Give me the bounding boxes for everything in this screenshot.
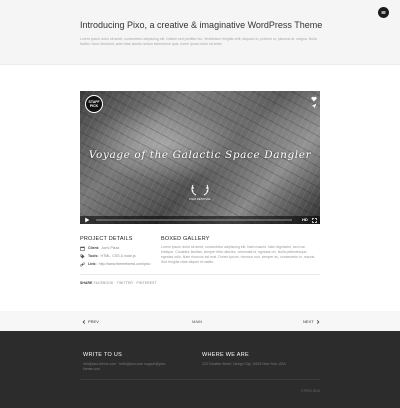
- fullscreen-icon: [312, 217, 317, 223]
- staff-pick-badge[interactable]: STAFF PICK: [85, 95, 103, 113]
- project-pager: PREV MAIN NEXT: [0, 311, 400, 331]
- award-text: FILM FESTIVAL: [189, 197, 211, 201]
- page-intro: Lorem ipsum dolor sit amet, consectetur …: [80, 37, 317, 46]
- play-button[interactable]: [84, 217, 90, 223]
- share-label: SHARE: [80, 281, 93, 285]
- hd-badge[interactable]: HD: [302, 217, 308, 222]
- menu-button[interactable]: [378, 7, 389, 18]
- footer-write-heading: WRITE TO US: [83, 352, 123, 358]
- tag-icon: [80, 254, 85, 259]
- video-controls: HD: [80, 216, 320, 224]
- main-link[interactable]: MAIN: [192, 319, 202, 324]
- share-links: SHARE FACEBOOK · TWITTER · PINTEREST: [80, 281, 157, 285]
- detail-value: Joe's Pizza: [101, 246, 120, 250]
- footer-copyright: © PIXO 2014: [301, 389, 320, 393]
- chevron-left-icon: [82, 319, 86, 324]
- detail-link-value[interactable]: http://www.themeforest.com/pixo: [99, 262, 151, 266]
- next-label: NEXT: [303, 319, 314, 324]
- detail-link[interactable]: Link: http://www.themeforest.com/pixo: [80, 261, 151, 267]
- chevron-right-icon: [316, 319, 320, 324]
- page-header: Introducing Pixo, a creative & imaginati…: [0, 0, 400, 64]
- footer-where-heading: WHERE WE ARE: [202, 352, 249, 358]
- next-link[interactable]: NEXT: [303, 319, 320, 324]
- header-divider: [0, 64, 400, 65]
- video-player[interactable]: STAFF PICK Voyage of the Galactic Space …: [80, 91, 320, 224]
- prev-label: PREV: [88, 319, 99, 324]
- detail-label: Tools:: [88, 254, 99, 258]
- share-networks[interactable]: FACEBOOK · TWITTER · PINTEREST: [94, 281, 157, 285]
- boxed-gallery-heading: BOXED GALLERY: [161, 236, 210, 242]
- hamburger-icon: [381, 11, 386, 14]
- video-progress-bar[interactable]: [96, 219, 292, 221]
- footer-write-text[interactable]: info@pixo-theme.com · hello@pixo.com sup…: [83, 362, 173, 372]
- fullscreen-button[interactable]: [312, 217, 317, 223]
- play-icon: [85, 217, 90, 223]
- laurel-icon: [191, 184, 209, 196]
- like-icon[interactable]: [311, 96, 317, 102]
- calendar-icon: [80, 246, 85, 251]
- gallery-description: Lorem ipsum dolor sit amet, consectetur …: [161, 245, 316, 264]
- award-laurel: FILM FESTIVAL: [183, 183, 217, 203]
- site-footer: WRITE TO US info@pixo-theme.com · hello@…: [0, 331, 400, 408]
- detail-tools: Tools: HTML, CSS & node.js: [80, 253, 136, 259]
- prev-link[interactable]: PREV: [82, 319, 99, 324]
- detail-label: Client:: [88, 246, 100, 250]
- video-title: Voyage of the Galactic Space Dangler: [88, 149, 312, 161]
- footer-divider: [80, 379, 320, 380]
- share-icon[interactable]: [311, 103, 317, 109]
- page-title: Introducing Pixo, a creative & imaginati…: [80, 20, 323, 30]
- detail-value: HTML, CSS & node.js: [100, 254, 136, 258]
- detail-client: Client: Joe's Pizza: [80, 245, 119, 251]
- project-details-heading: PROJECT DETAILS: [80, 236, 133, 242]
- link-icon: [80, 262, 85, 267]
- footer-where-text: 123 Creative Street, Design City, 10001 …: [202, 362, 286, 366]
- content-divider: [80, 274, 320, 275]
- detail-label: Link:: [88, 262, 97, 266]
